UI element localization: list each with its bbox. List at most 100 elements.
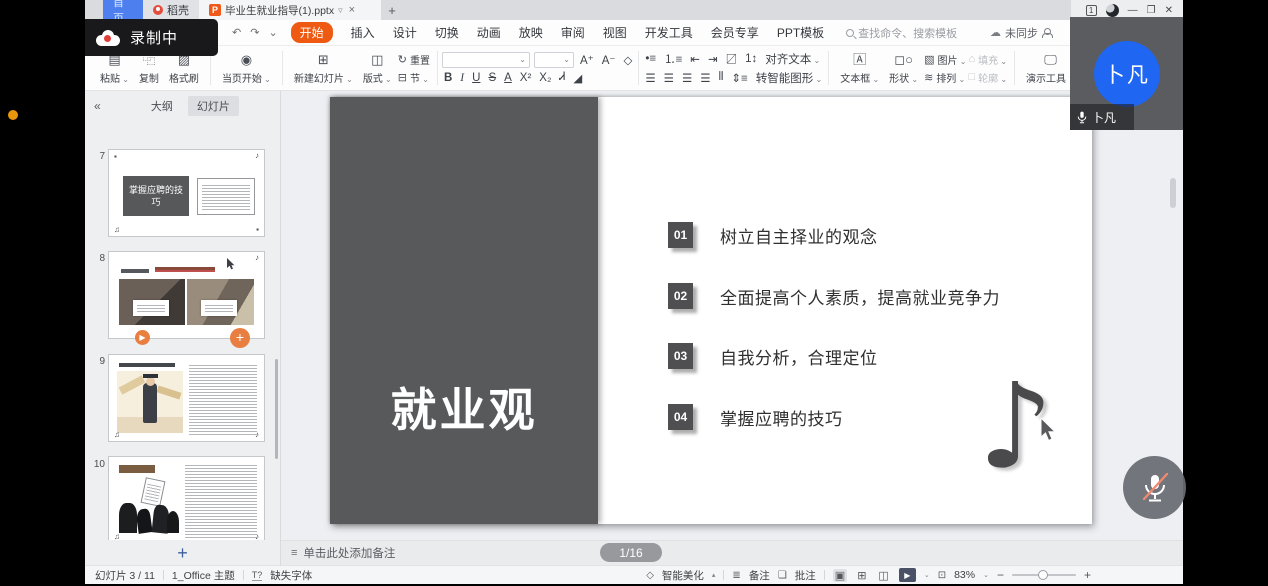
tab-slides[interactable]: 幻灯片 <box>188 96 239 116</box>
menu-item-review[interactable]: 审阅 <box>561 24 585 41</box>
sync-status[interactable]: ☁ 未同步 <box>990 25 1051 41</box>
slide-thumbnail-9[interactable]: ♫ ♪ <box>108 354 265 442</box>
sorter-view-icon[interactable]: ⊞ <box>855 569 868 582</box>
restore-button[interactable]: ❐ <box>1147 5 1156 16</box>
grow-font-button[interactable]: A⁺ <box>578 53 596 67</box>
menu-item-transition[interactable]: 切换 <box>435 24 459 41</box>
mute-microphone-button[interactable] <box>1123 456 1186 519</box>
beautify-dropdown-icon[interactable]: ▴ <box>712 571 716 579</box>
line-spacing-icon[interactable]: ⇕≡ <box>729 71 749 85</box>
start-from-page-button[interactable]: ◉当页开始 <box>218 52 275 85</box>
arrange-button[interactable]: ≋排列 <box>924 70 966 85</box>
tab-flag-icon[interactable]: ▿ <box>338 5 343 16</box>
underline-button[interactable]: U <box>470 72 482 84</box>
new-tab-button[interactable]: + <box>381 0 403 20</box>
theme-name[interactable]: 1_Office 主题 <box>172 568 235 583</box>
notes-bar[interactable]: ≡ 单击此处添加备注 1/16 <box>281 540 1183 565</box>
account-avatar[interactable] <box>1106 4 1119 17</box>
slide-list-item[interactable]: 03 自我分析，合理定位 <box>668 343 878 369</box>
slide-thumbnail-7[interactable]: ▪ ♪ 掌握应聘的技巧 ♫ ▪ <box>108 149 265 237</box>
minimize-button[interactable]: — <box>1128 5 1138 16</box>
sort-icon[interactable]: 1↕ <box>743 53 759 65</box>
notes-toggle-button[interactable]: 备注 <box>749 568 770 583</box>
zoom-in-button[interactable]: + <box>1084 568 1091 582</box>
text-effect-icon[interactable]: Ꮧ <box>557 71 567 84</box>
comments-button[interactable]: 批注 <box>795 568 816 583</box>
italic-button[interactable]: I <box>458 72 466 84</box>
menu-item-insert[interactable]: 插入 <box>351 24 375 41</box>
new-slide-button[interactable]: ⊞新建幻灯片 <box>290 52 357 85</box>
justify-icon[interactable]: ☰ <box>698 71 712 85</box>
zoom-slider[interactable] <box>1012 574 1076 576</box>
tab-docer[interactable]: 稻壳 <box>143 0 199 20</box>
canvas-scrollbar[interactable] <box>1170 178 1176 208</box>
copy-button[interactable]: ⿻复制 <box>135 52 163 85</box>
reset-button[interactable]: ↻重置 <box>398 52 430 67</box>
tab-outline[interactable]: 大纲 <box>142 96 182 116</box>
char-spacing-icon[interactable]: 〼 <box>724 51 740 67</box>
missing-font-label[interactable]: 缺失字体 <box>270 568 312 583</box>
zoom-slider-knob[interactable] <box>1038 570 1048 580</box>
menu-item-view[interactable]: 视图 <box>603 24 627 41</box>
menu-item-templates[interactable]: PPT模板 <box>777 24 824 41</box>
insert-slide-here-button[interactable]: + <box>230 328 250 348</box>
align-center-icon[interactable]: ☰ <box>662 71 676 85</box>
bold-button[interactable]: B <box>442 72 454 84</box>
normal-view-icon[interactable]: ▣ <box>833 569 847 582</box>
strikethrough-button[interactable]: S <box>486 72 498 84</box>
align-left-icon[interactable]: ☰ <box>643 71 657 85</box>
menu-item-home[interactable]: 开始 <box>291 22 333 43</box>
close-button[interactable]: ✕ <box>1165 5 1173 16</box>
menu-item-devtools[interactable]: 开发工具 <box>645 24 693 41</box>
add-slide-button[interactable]: + <box>177 544 188 562</box>
tab-close-icon[interactable]: × <box>347 4 357 16</box>
numbering-icon[interactable]: ⒈≡ <box>662 51 684 67</box>
reading-view-icon[interactable]: ◫ <box>876 569 890 582</box>
decrease-indent-icon[interactable]: ⇤ <box>688 52 702 66</box>
increase-indent-icon[interactable]: ⇥ <box>706 52 720 66</box>
highlight-pen-icon[interactable]: ◢ <box>571 71 584 85</box>
shrink-font-button[interactable]: A⁻ <box>600 53 618 67</box>
outline-button[interactable]: □轮廓 <box>968 70 1007 85</box>
video-call-overlay[interactable]: 卜凡 卜凡 <box>1070 17 1183 130</box>
menu-item-animation[interactable]: 动画 <box>477 24 501 41</box>
shapes-button[interactable]: ◻○形状 <box>885 52 922 85</box>
paste-button[interactable]: ▤粘贴 <box>96 52 133 85</box>
align-right-icon[interactable]: ☰ <box>680 71 694 85</box>
slide-thumbnail-8[interactable]: ♪ ▶ + <box>108 251 265 339</box>
zoom-out-button[interactable]: − <box>997 568 1004 582</box>
sidebar-scrollbar[interactable] <box>275 359 278 459</box>
smart-graphic-button[interactable]: 转智能图形 <box>754 70 824 86</box>
font-family-select[interactable] <box>442 52 530 68</box>
font-color-button[interactable]: A <box>502 72 514 84</box>
thumb8-play-badge[interactable]: ▶ <box>135 330 150 345</box>
columns-icon[interactable]: ⫴ <box>717 71 726 84</box>
format-painter-button[interactable]: ▨格式刷 <box>165 52 203 85</box>
section-button[interactable]: ⊟节 <box>398 70 430 85</box>
undo-icon[interactable]: ↶ <box>232 26 241 39</box>
layout-button[interactable]: ◫版式 <box>359 52 396 85</box>
current-slide[interactable]: 就业观 01 树立自主择业的观念 02 全面提高个人素质，提高就业竞争力 03 … <box>330 97 1092 524</box>
textbox-button[interactable]: 🄰文本框 <box>836 52 883 85</box>
beautify-button[interactable]: 智能美化 <box>662 568 704 583</box>
menu-item-design[interactable]: 设计 <box>393 24 417 41</box>
slide-list-item[interactable]: 04 掌握应聘的技巧 <box>668 404 843 430</box>
ribbon-more-icon[interactable]: ⌄ <box>268 26 277 39</box>
picture-button[interactable]: ▧图片 <box>924 52 966 67</box>
slide-thumbnail-10[interactable]: ♫ ♪ <box>108 456 265 540</box>
font-size-select[interactable] <box>534 52 574 68</box>
zoom-level[interactable]: 83% <box>954 569 975 581</box>
menu-item-member[interactable]: 会员专享 <box>711 24 759 41</box>
slide-list-item[interactable]: 02 全面提高个人素质，提高就业竞争力 <box>668 283 1000 309</box>
tab-home[interactable]: 首页 <box>103 0 143 20</box>
superscript-button[interactable]: X² <box>518 72 534 84</box>
fit-screen-icon[interactable]: ⊡ <box>938 570 946 581</box>
tab-count-icon[interactable]: 1 <box>1086 5 1097 16</box>
slide-title-panel[interactable]: 就业观 <box>330 97 598 524</box>
slide-list-item[interactable]: 01 树立自主择业的观念 <box>668 222 878 248</box>
clear-format-icon[interactable]: ◇ <box>621 53 634 67</box>
align-text-button[interactable]: 对齐文本 <box>763 51 822 67</box>
tab-document[interactable]: P 毕业生就业指导(1).pptx ▿ × <box>199 0 381 20</box>
play-slideshow-button[interactable]: ▶ <box>899 568 916 582</box>
menu-item-slideshow[interactable]: 放映 <box>519 24 543 41</box>
